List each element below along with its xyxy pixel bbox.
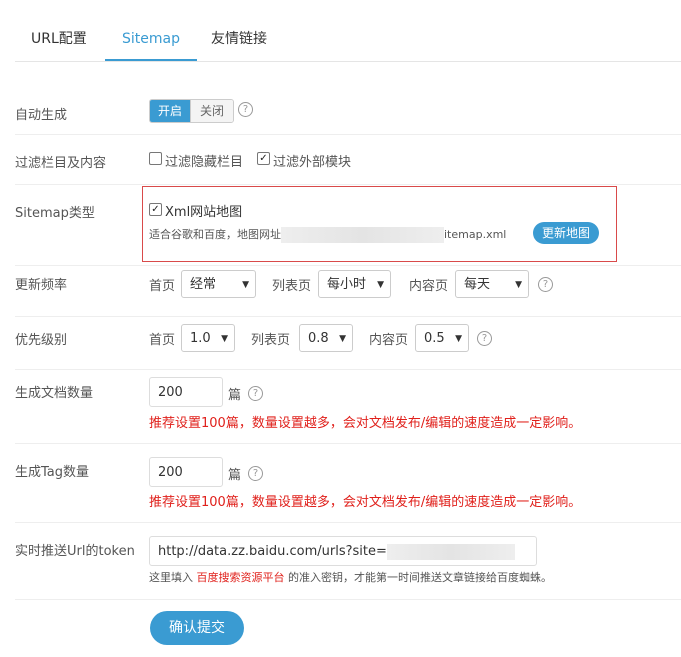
update-freq-label: 更新频率 [15, 278, 68, 293]
toggle-on-button[interactable]: 开启 [150, 100, 190, 122]
tag-count-input[interactable]: 200 [149, 457, 223, 487]
row-update-frequency: 更新频率 首页 经常 ▼ 列表页 每小时 ▼ 内容页 每天 ▼ ? [15, 266, 681, 317]
row-doc-count: 生成文档数量 200 篇 ? 推荐设置100篇，数量设置越多，会对文档发布/编辑… [15, 370, 681, 444]
chevron-down-icon: ▼ [515, 280, 522, 290]
row-auto-generate: 自动生成 开启 关闭 ? [15, 88, 681, 135]
priority-content-label: 内容页 [369, 333, 409, 348]
tab-url-config[interactable]: URL配置 [31, 0, 87, 60]
help-icon[interactable]: ? [248, 386, 263, 401]
tag-count-unit: 篇 [228, 468, 242, 483]
freq-content-label: 内容页 [409, 279, 449, 294]
filter-hidden-label: 过滤隐藏栏目 [165, 155, 244, 170]
tab-bar: URL配置 Sitemap 友情链接 [15, 0, 681, 62]
freq-list-value: 每小时 [327, 277, 367, 292]
freq-list-select[interactable]: 每小时 ▼ [318, 270, 391, 298]
submit-button[interactable]: 确认提交 [150, 611, 244, 645]
chevron-down-icon: ▼ [339, 334, 346, 344]
tag-count-warning: 推荐设置100篇，数量设置越多，会对文档发布/编辑的速度造成一定影响。 [149, 495, 582, 510]
help-icon[interactable]: ? [477, 331, 492, 346]
priority-list-label: 列表页 [251, 333, 291, 348]
chevron-down-icon: ▼ [221, 334, 228, 344]
filter-label: 过滤栏目及内容 [15, 156, 107, 171]
priority-list-select[interactable]: 0.8 ▼ [299, 324, 353, 352]
row-tag-count: 生成Tag数量 200 篇 ? 推荐设置100篇，数量设置越多，会对文档发布/编… [15, 444, 681, 523]
help-icon[interactable]: ? [238, 102, 253, 117]
doc-count-warning: 推荐设置100篇，数量设置越多，会对文档发布/编辑的速度造成一定影响。 [149, 416, 582, 431]
row-filter: 过滤栏目及内容 过滤隐藏栏目 ✓ 过滤外部模块 [15, 135, 681, 185]
priority-label: 优先级别 [15, 333, 68, 348]
freq-content-value: 每天 [464, 277, 491, 292]
priority-content-value: 0.5 [424, 331, 445, 346]
doc-count-unit: 篇 [228, 388, 242, 403]
freq-home-select[interactable]: 经常 ▼ [181, 270, 256, 298]
priority-home-label: 首页 [149, 333, 176, 348]
priority-home-value: 1.0 [190, 331, 211, 346]
freq-content-select[interactable]: 每天 ▼ [455, 270, 529, 298]
chevron-down-icon: ▼ [377, 280, 384, 290]
token-help-suffix: 的准入密钥，才能第一时间推送文章链接给百度蜘蛛。 [288, 571, 552, 584]
chevron-down-icon: ▼ [455, 334, 462, 344]
redacted-token [386, 543, 515, 560]
token-value-prefix: http://data.zz.baidu.com/urls?site= [158, 544, 387, 559]
filter-external-checkbox[interactable]: ✓ [257, 152, 270, 165]
filter-hidden-checkbox[interactable] [149, 152, 162, 165]
freq-list-label: 列表页 [272, 279, 312, 294]
chevron-down-icon: ▼ [242, 280, 249, 290]
tag-count-label: 生成Tag数量 [15, 465, 90, 480]
row-token: 实时推送Url的token http://data.zz.baidu.com/u… [15, 523, 681, 600]
baidu-platform-link[interactable]: 百度搜索资源平台 [197, 571, 285, 584]
doc-count-label: 生成文档数量 [15, 386, 94, 401]
auto-generate-toggle: 开启 关闭 [149, 99, 234, 123]
token-label: 实时推送Url的token [15, 544, 135, 559]
token-input[interactable]: http://data.zz.baidu.com/urls?site=toker [149, 536, 537, 566]
priority-home-select[interactable]: 1.0 ▼ [181, 324, 235, 352]
priority-content-select[interactable]: 0.5 ▼ [415, 324, 469, 352]
highlight-box [142, 186, 617, 262]
token-help-prefix: 这里填入 [149, 571, 193, 584]
freq-home-label: 首页 [149, 279, 176, 294]
freq-home-value: 经常 [190, 277, 217, 292]
row-priority: 优先级别 首页 1.0 ▼ 列表页 0.8 ▼ 内容页 0.5 ▼ ? [15, 317, 681, 370]
priority-list-value: 0.8 [308, 331, 329, 346]
sitemap-type-label: Sitemap类型 [15, 206, 95, 221]
tab-friend-links[interactable]: 友情链接 [211, 0, 267, 60]
help-icon[interactable]: ? [248, 466, 263, 481]
filter-external-label: 过滤外部模块 [273, 155, 352, 170]
help-icon[interactable]: ? [538, 277, 553, 292]
tab-sitemap[interactable]: Sitemap [105, 0, 197, 61]
toggle-off-button[interactable]: 关闭 [190, 100, 233, 122]
token-help-text: 这里填入 百度搜索资源平台 的准入密钥，才能第一时间推送文章链接给百度蜘蛛。 [149, 569, 552, 585]
auto-generate-label: 自动生成 [15, 108, 68, 123]
doc-count-input[interactable]: 200 [149, 377, 223, 407]
